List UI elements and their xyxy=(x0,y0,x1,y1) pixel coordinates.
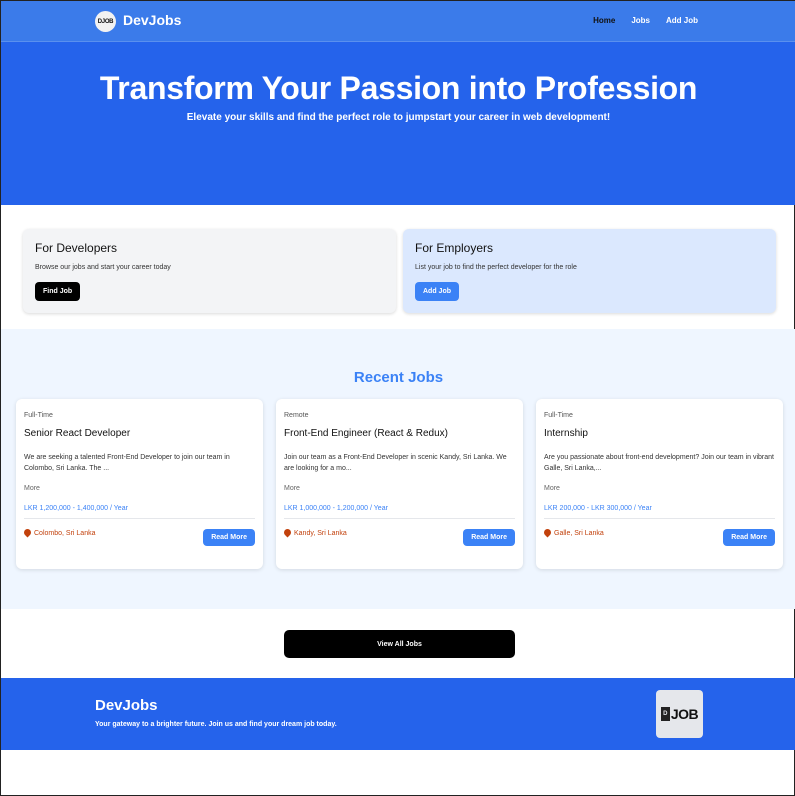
footer-tagline: Your gateway to a brighter future. Join … xyxy=(95,721,337,728)
job-salary: LKR 1,000,000 - 1,200,000 / Year xyxy=(284,505,388,512)
developers-card: For Developers Browse our jobs and start… xyxy=(23,229,396,313)
map-pin-icon xyxy=(544,529,551,538)
job-title: Senior React Developer xyxy=(24,428,131,439)
role-cards: For Developers Browse our jobs and start… xyxy=(23,229,776,313)
logo-mark: D xyxy=(660,707,670,721)
job-type: Full-Time xyxy=(24,412,53,419)
job-type: Remote xyxy=(284,412,309,419)
job-footer: Galle, Sri Lanka Read More xyxy=(544,523,775,549)
location-text: Galle, Sri Lanka xyxy=(554,530,604,537)
job-card: Full-Time Senior React Developer We are … xyxy=(16,399,263,569)
employers-title: For Employers xyxy=(415,241,494,255)
brand-name[interactable]: DevJobs xyxy=(123,12,181,28)
job-location: Kandy, Sri Lanka xyxy=(284,529,347,538)
job-footer: Kandy, Sri Lanka Read More xyxy=(284,523,515,549)
job-title: Internship xyxy=(544,428,588,439)
developers-description: Browse our jobs and start your career to… xyxy=(35,264,171,271)
location-text: Colombo, Sri Lanka xyxy=(34,530,96,537)
footer: DevJobs Your gateway to a brighter futur… xyxy=(1,678,795,750)
job-description: Join our team as a Front-End Developer i… xyxy=(284,454,507,472)
more-toggle[interactable]: More xyxy=(544,485,775,492)
employers-card: For Employers List your job to find the … xyxy=(403,229,776,313)
job-description: We are seeking a talented Front-End Deve… xyxy=(24,454,230,472)
nav-link-jobs[interactable]: Jobs xyxy=(631,16,650,25)
developers-title: For Developers xyxy=(35,241,118,255)
job-location: Galle, Sri Lanka xyxy=(544,529,604,538)
add-job-button[interactable]: Add Job xyxy=(415,282,459,301)
job-title: Front-End Engineer (React & Redux) xyxy=(284,428,448,439)
map-pin-icon xyxy=(24,529,31,538)
footer-brand: DevJobs xyxy=(95,697,158,714)
find-job-button[interactable]: Find Job xyxy=(35,282,81,301)
job-salary: LKR 1,200,000 - 1,400,000 / Year xyxy=(24,505,128,512)
job-salary: LKR 200,000 - LKR 300,000 / Year xyxy=(544,505,652,512)
logo-text: JOB xyxy=(670,706,699,722)
job-description: Are you passionate about front-end devel… xyxy=(544,454,774,472)
read-more-button[interactable]: Read More xyxy=(723,529,775,546)
logo-icon[interactable]: DJOB xyxy=(95,11,116,32)
view-all-jobs-button[interactable]: View All Jobs xyxy=(284,630,515,658)
location-text: Kandy, Sri Lanka xyxy=(294,530,347,537)
hero-section: Transform Your Passion into Profession E… xyxy=(1,42,795,205)
job-card: Full-Time Internship Are you passionate … xyxy=(536,399,783,569)
job-card: Remote Front-End Engineer (React & Redux… xyxy=(276,399,523,569)
footer-logo-icon: D JOB xyxy=(656,690,703,738)
hero-subtitle: Elevate your skills and find the perfect… xyxy=(186,112,611,123)
recent-jobs-heading: Recent Jobs xyxy=(353,369,444,386)
nav-links: Home Jobs Add Job xyxy=(593,16,698,25)
divider xyxy=(284,518,515,519)
divider xyxy=(544,518,775,519)
job-footer: Colombo, Sri Lanka Read More xyxy=(24,523,255,549)
divider xyxy=(24,518,255,519)
read-more-button[interactable]: Read More xyxy=(463,529,515,546)
map-pin-icon xyxy=(284,529,291,538)
job-type: Full-Time xyxy=(544,412,573,419)
job-location: Colombo, Sri Lanka xyxy=(24,529,95,538)
recent-jobs-section: Recent Jobs Full-Time Senior React Devel… xyxy=(1,329,795,609)
more-toggle[interactable]: More xyxy=(24,485,255,492)
hero-title: Transform Your Passion into Profession xyxy=(99,70,698,106)
read-more-button[interactable]: Read More xyxy=(203,529,255,546)
navbar: DJOB DevJobs Home Jobs Add Job xyxy=(1,1,795,42)
more-toggle[interactable]: More xyxy=(284,485,515,492)
nav-link-add-job[interactable]: Add Job xyxy=(666,16,698,25)
nav-link-home[interactable]: Home xyxy=(593,16,615,25)
employers-description: List your job to find the perfect develo… xyxy=(415,264,577,271)
